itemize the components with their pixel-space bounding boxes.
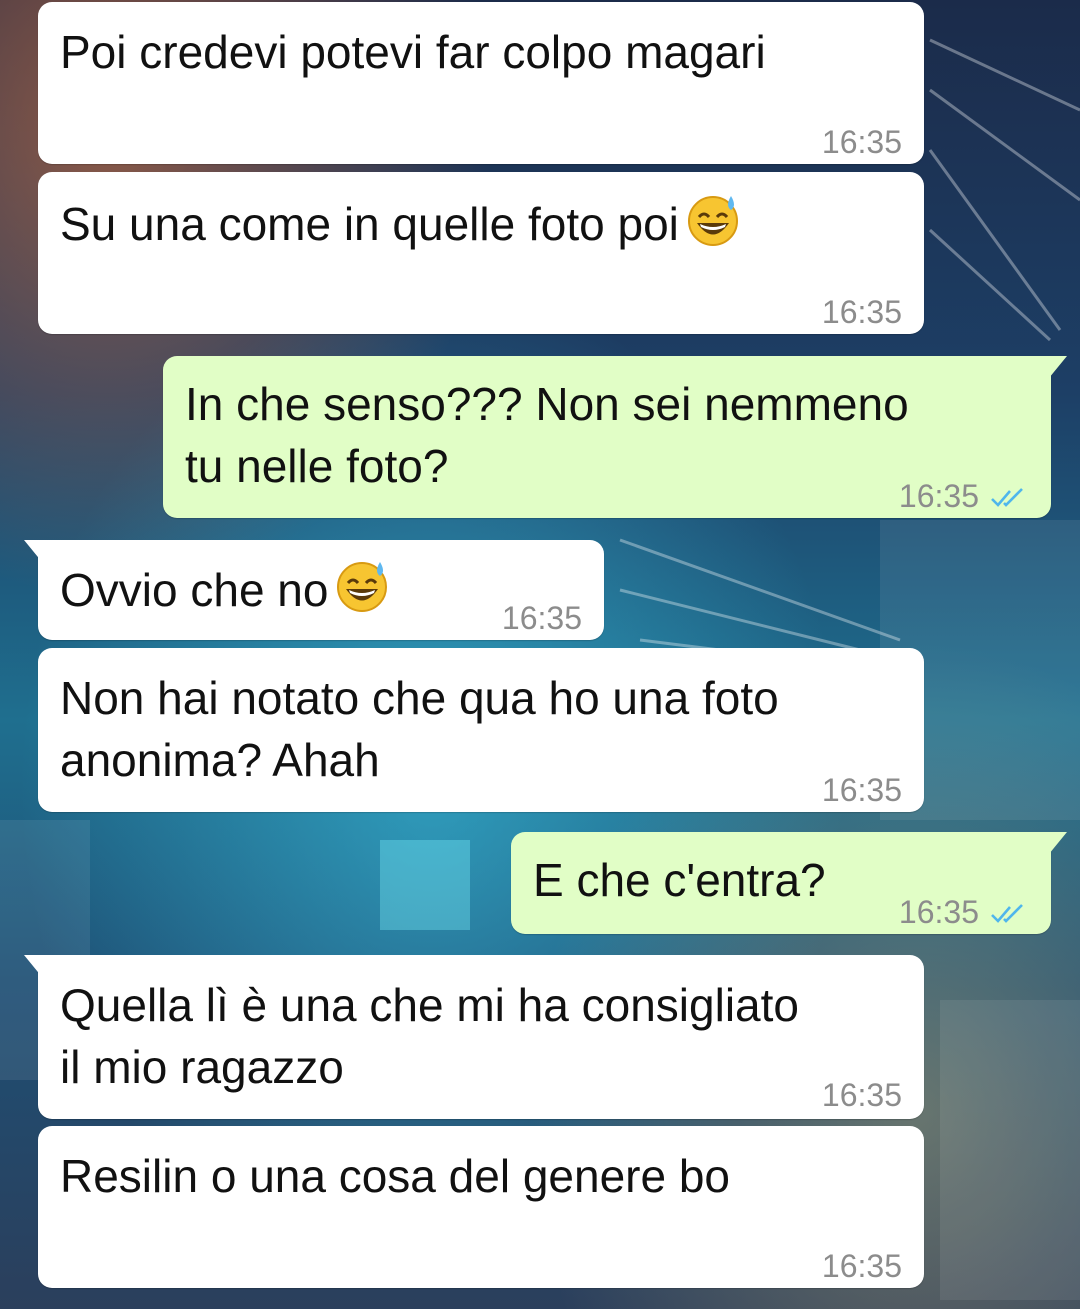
message-bubble-incoming[interactable]: Non hai notato che qua ho una foto anoni… [38, 648, 924, 812]
message-bubble-incoming[interactable]: Su una come in quelle foto poi 16:35 [38, 172, 924, 334]
message-text: Poi credevi potevi far colpo magari [60, 26, 766, 78]
read-double-check-icon [989, 885, 1029, 945]
message-text-line-1: Non hai notato che qua ho una foto [60, 672, 779, 724]
message-text-line: Su una come in quelle foto poi [60, 192, 741, 262]
message-meta: 16:35 [899, 466, 1029, 529]
message-timestamp: 16:35 [898, 478, 979, 514]
message-text-line-2: anonima? Ahah [60, 734, 380, 786]
message-timestamp: 16:35 [821, 1077, 902, 1113]
message-timestamp: 16:35 [821, 772, 902, 808]
message-text: Su una come in quelle foto poi [60, 198, 679, 250]
message-bubble-incoming[interactable]: Resilin o una cosa del genere bo 16:35 [38, 1126, 924, 1288]
message-bubble-incoming[interactable]: Quella lì è una che mi ha consigliato il… [24, 955, 924, 1119]
message-bubble-outgoing[interactable]: In che senso??? Non sei nemmeno tu nelle… [163, 356, 1067, 518]
message-timestamp: 16:35 [821, 294, 902, 330]
message-timestamp: 16:35 [821, 1248, 902, 1284]
message-timestamp: 16:35 [898, 894, 979, 930]
message-text-line-2: tu nelle foto? [185, 440, 449, 492]
bubble-tail [1049, 356, 1067, 378]
message-timestamp: 16:35 [501, 600, 582, 636]
message-text-line-1: Quella lì è una che mi ha consigliato [60, 979, 799, 1031]
bubble-tail [24, 955, 42, 977]
message-text: Resilin o una cosa del genere bo [60, 1150, 731, 1202]
message-timestamp: 16:35 [821, 124, 902, 160]
message-bubble-incoming[interactable]: Ovvio che no 16:35 [24, 540, 604, 640]
bubble-tail [1049, 832, 1067, 854]
message-text: E che c'entra? [533, 854, 826, 906]
message-bubble-outgoing[interactable]: E che c'entra? 16:35 [511, 832, 1067, 934]
read-double-check-icon [989, 469, 1029, 529]
message-meta: 16:35 [899, 882, 1029, 945]
message-text-line-1: In che senso??? Non sei nemmeno [185, 378, 909, 430]
message-text-line-2: il mio ragazzo [60, 1041, 344, 1093]
grinning-face-with-sweat-icon [334, 558, 390, 628]
bubble-tail [24, 540, 42, 562]
message-bubble-incoming[interactable]: Poi credevi potevi far colpo magari 16:3… [38, 2, 924, 164]
message-text: Ovvio che no [60, 564, 329, 616]
message-text-line: Ovvio che no [60, 558, 390, 628]
grinning-face-with-sweat-icon [685, 192, 741, 262]
